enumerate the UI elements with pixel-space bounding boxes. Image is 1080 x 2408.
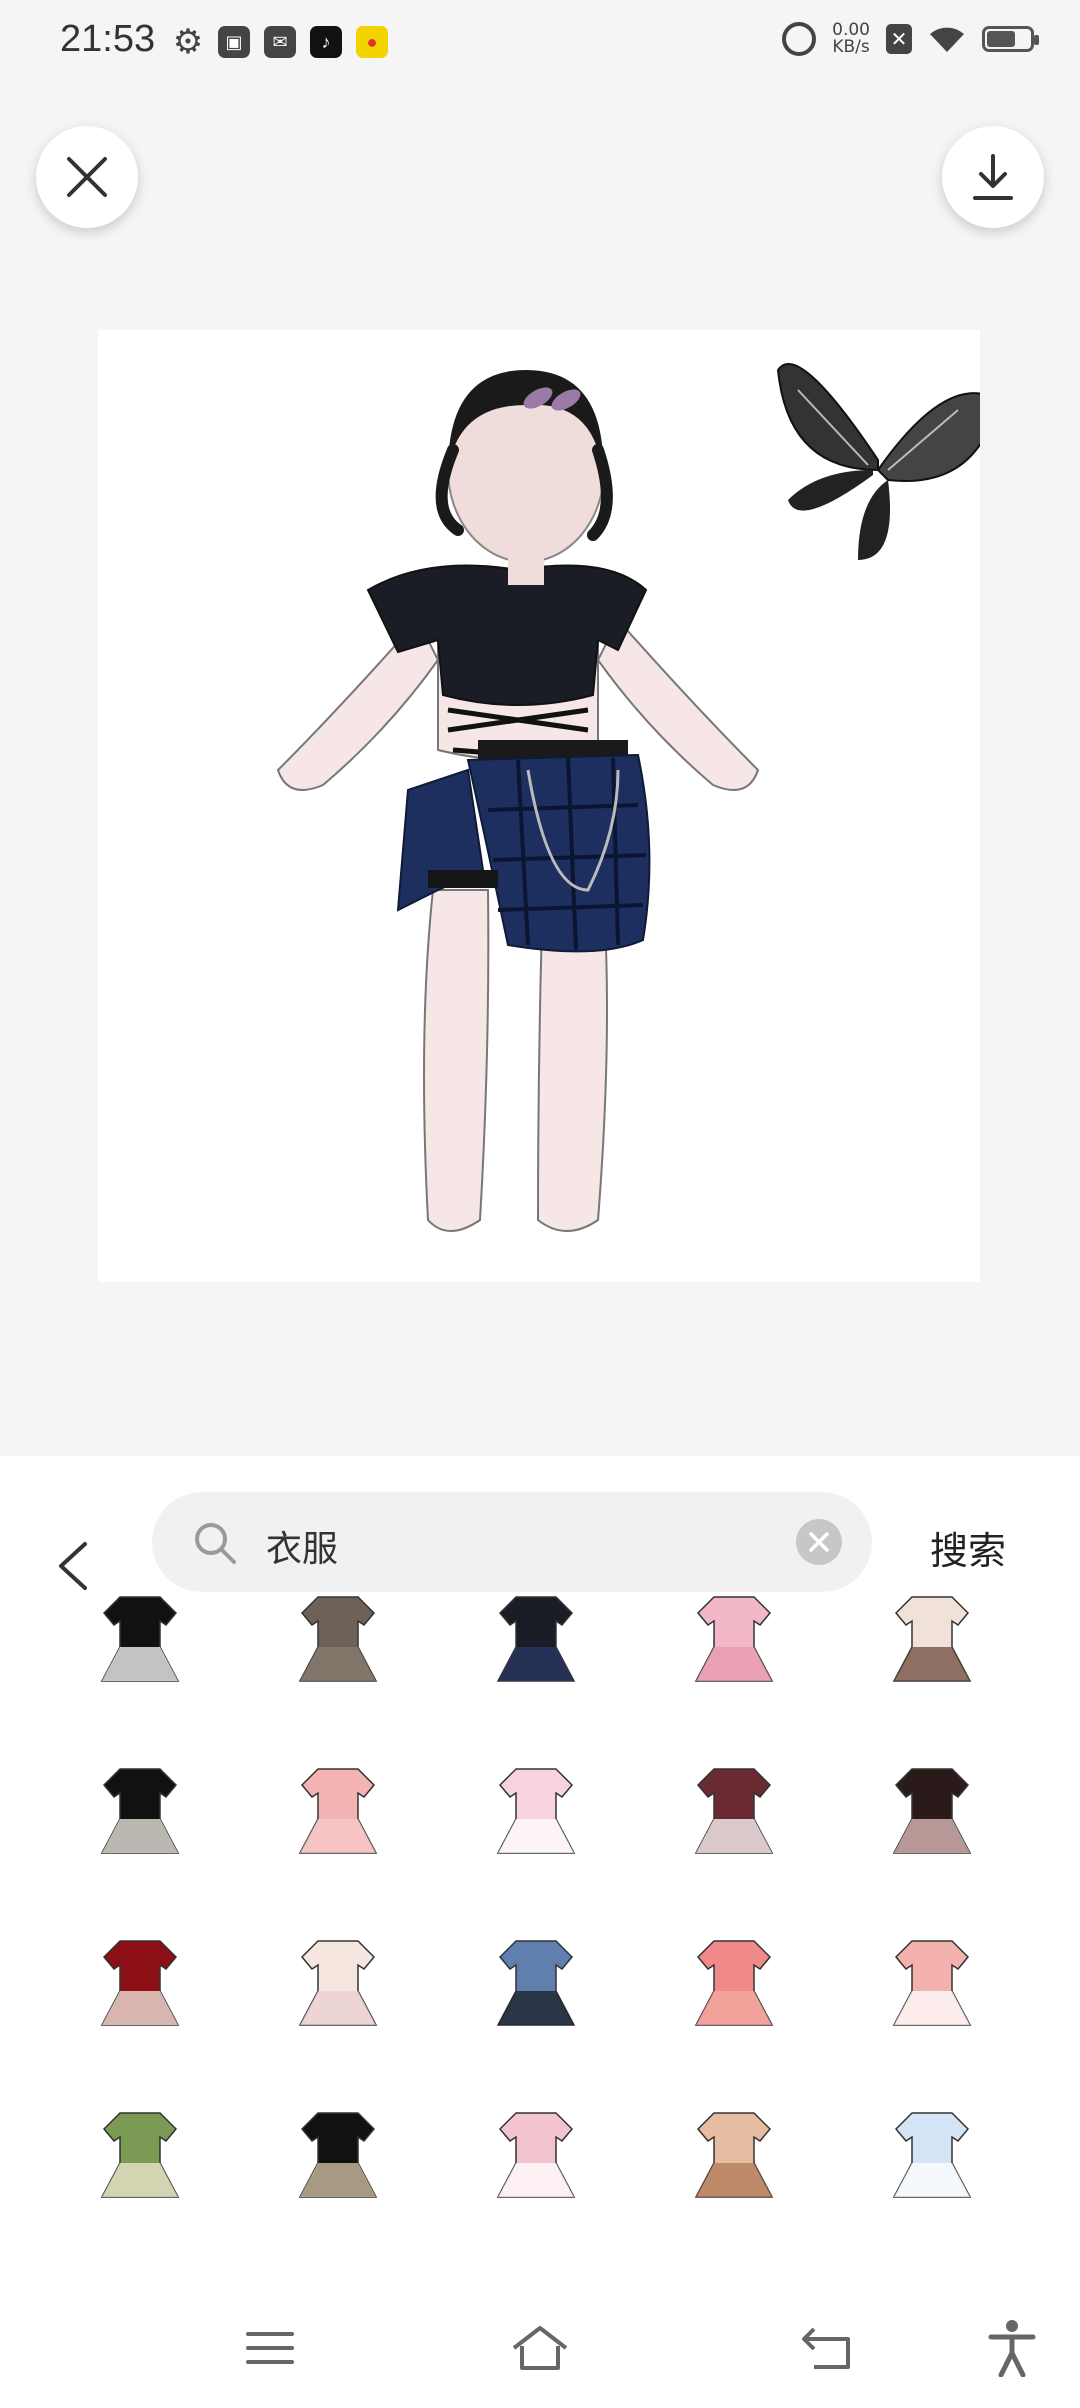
app-icon: ● [356, 26, 388, 58]
notification-icons: ⚙ ▣ ✉ ♪ ● [172, 23, 388, 61]
gear-icon: ⚙ [172, 23, 204, 61]
clothing-item-pink-gown[interactable] [634, 1896, 834, 2066]
home-button[interactable] [508, 2316, 572, 2380]
status-time: 21:53 [60, 18, 156, 60]
clothing-thumbnail [496, 1940, 576, 2026]
clothing-item-red-santa-skirt[interactable] [40, 1896, 240, 2066]
clothing-item-pink-mini-skirt[interactable] [238, 1724, 438, 1894]
clothing-item-tan-dress[interactable] [634, 2068, 834, 2238]
app-icon: ▣ [218, 26, 250, 58]
butterfly-sticker[interactable] [776, 363, 980, 560]
clothing-thumbnail [298, 2112, 378, 2198]
clothing-thumbnail [496, 1596, 576, 1682]
clothing-item-pink-frilly-dress[interactable] [436, 1724, 636, 1894]
clothing-item-lace-dress[interactable] [238, 1896, 438, 2066]
clothing-item-pink-white-dress[interactable] [832, 1896, 1032, 2066]
close-button[interactable] [36, 126, 138, 228]
clothing-item-black-white-dress[interactable] [40, 1724, 240, 1894]
menu-button[interactable] [238, 2316, 302, 2380]
clothing-thumbnail [892, 1940, 972, 2026]
clothing-grid [0, 1592, 1080, 2311]
clothing-thumbnail [694, 1940, 774, 2026]
clothing-item-black-floral-dress[interactable] [832, 1724, 1032, 1894]
clothing-thumbnail [496, 1768, 576, 1854]
clothing-item-black-cape-top[interactable] [238, 2068, 438, 2238]
clothing-thumbnail [100, 1596, 180, 1682]
clothing-item-beige-coat[interactable] [832, 1552, 1032, 1722]
clothing-item-black-crop-outfit[interactable] [436, 1552, 636, 1722]
clothing-thumbnail [298, 1596, 378, 1682]
clothing-thumbnail [496, 2112, 576, 2198]
tiktok-icon: ♪ [310, 26, 342, 58]
clothing-item-denim-overall-dress[interactable] [436, 1896, 636, 2066]
status-bar: 21:53 ⚙ ▣ ✉ ♪ ● 0.00 KB/s ✕ [0, 0, 1080, 84]
close-icon [67, 157, 107, 197]
clothing-item-pink-skirt[interactable] [634, 1552, 834, 1722]
clothing-thumbnail [694, 2112, 774, 2198]
clothing-item-pink-outfit[interactable] [436, 2068, 636, 2238]
clothing-panel: 衣服 搜索 [0, 1456, 1080, 2311]
navigation-bar [0, 2286, 1080, 2408]
clothing-thumbnail [694, 1596, 774, 1682]
network-speed: 0.00 KB/s [832, 20, 870, 57]
character-figure [276, 363, 980, 1232]
battery-icon [982, 26, 1039, 52]
clothing-thumbnail [100, 1940, 180, 2026]
wifi-icon [930, 27, 964, 52]
clothing-thumbnail [892, 1768, 972, 1854]
download-button[interactable] [942, 126, 1044, 228]
clothing-item-checkered-jacket[interactable] [40, 1552, 240, 1722]
alarm-icon [782, 22, 817, 56]
clothing-thumbnail [892, 1596, 972, 1682]
back-nav-button[interactable] [794, 2316, 858, 2380]
close-icon [809, 1532, 829, 1552]
clothing-item-green-jacket[interactable] [40, 2068, 240, 2238]
download-icon [973, 154, 1013, 200]
clothing-item-brown-cardigan[interactable] [238, 1552, 438, 1722]
clothing-thumbnail [892, 2112, 972, 2198]
home-icon [512, 2326, 568, 2370]
clothing-item-blue-lolita-dress[interactable] [832, 2068, 1032, 2238]
clothing-thumbnail [100, 2112, 180, 2198]
app-icon: ✉ [264, 26, 296, 58]
clothing-thumbnail [298, 1940, 378, 2026]
back-nav-icon [802, 2327, 850, 2369]
accessibility-icon [988, 2320, 1036, 2377]
clothing-thumbnail [298, 1768, 378, 1854]
sim-off-icon: ✕ [886, 24, 912, 54]
system-icons: 0.00 KB/s ✕ [782, 20, 1039, 57]
menu-icon [246, 2332, 294, 2364]
clothing-thumbnail [100, 1768, 180, 1854]
accessibility-button[interactable] [980, 2316, 1044, 2380]
clothing-thumbnail [694, 1768, 774, 1854]
clothing-item-maid-dress[interactable] [634, 1724, 834, 1894]
dressup-canvas[interactable] [98, 330, 980, 1282]
